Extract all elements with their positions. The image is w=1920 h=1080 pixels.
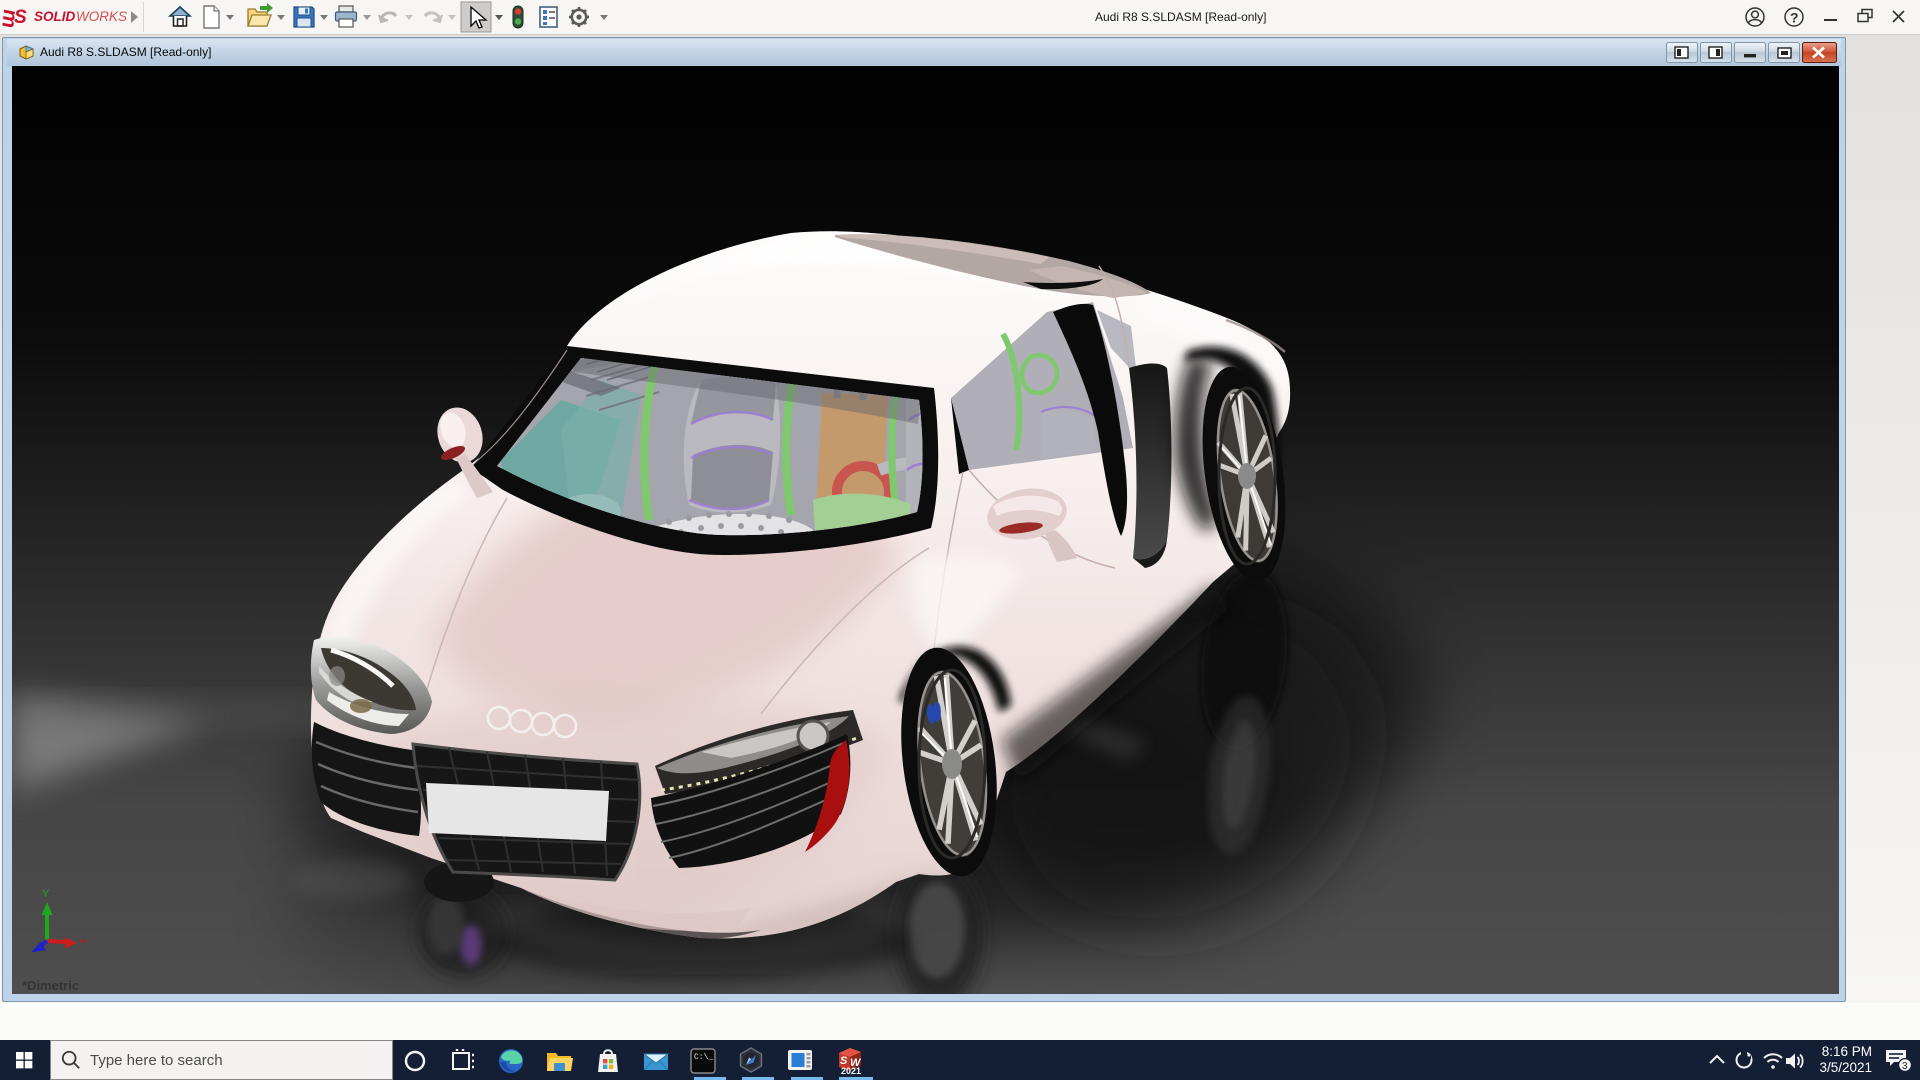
svg-text:Y: Y [42,888,50,900]
svg-text:S: S [14,7,27,28]
svg-text:C:\_: C:\_ [694,1053,713,1062]
svg-text:3: 3 [1902,1061,1908,1072]
svg-text:2021: 2021 [841,1066,861,1076]
svg-text:*Dimetric: *Dimetric [22,978,79,993]
svg-text:SOLID: SOLID [34,9,76,24]
svg-text:?: ? [1790,10,1799,26]
svg-text:WORKS: WORKS [76,9,127,24]
